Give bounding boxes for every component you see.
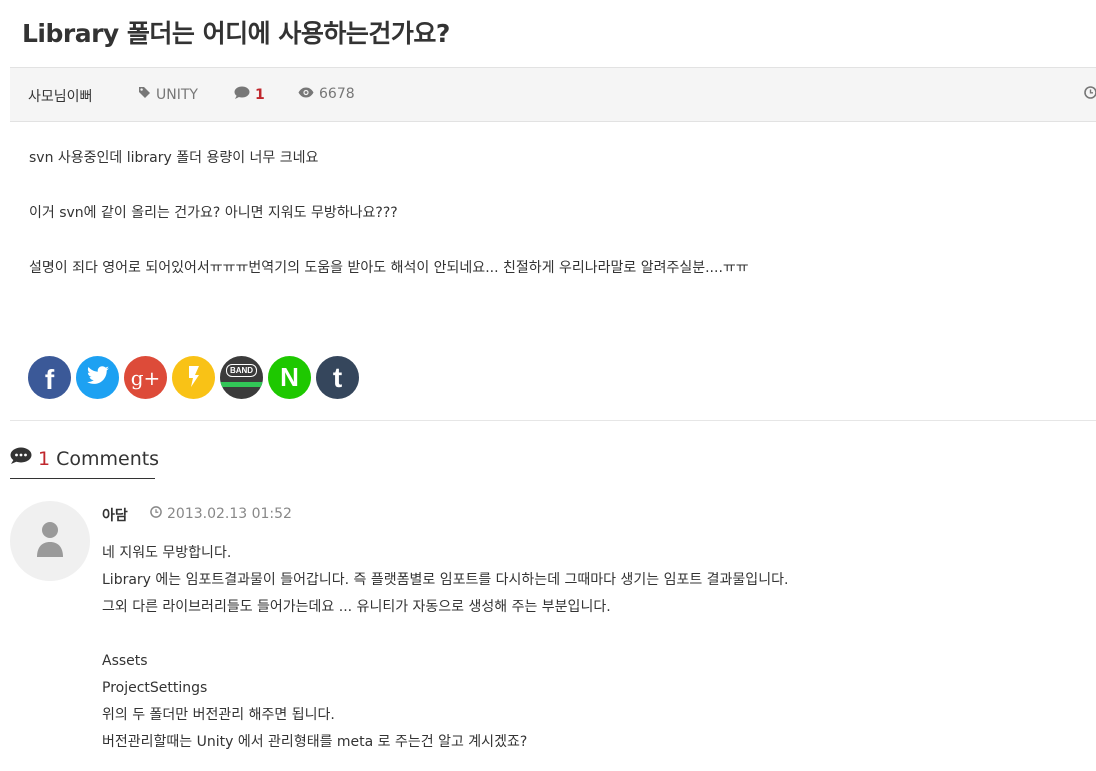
tag-label[interactable]: UNITY <box>156 87 198 103</box>
post-meta-bar: 사모님이뻐 UNITY 1 6678 <box>10 67 1096 122</box>
naver-share-button[interactable]: N <box>268 356 311 399</box>
post-body: svn 사용중인데 library 폴더 용량이 너무 크네요 이거 svn에 … <box>29 148 749 313</box>
naver-icon: N <box>280 362 299 392</box>
avatar <box>10 501 90 581</box>
tumblr-share-button[interactable]: t <box>316 356 359 399</box>
twitter-share-button[interactable] <box>76 356 119 399</box>
post-tag[interactable]: UNITY <box>138 86 198 103</box>
twitter-icon <box>86 365 110 390</box>
comment-date: 2013.02.13 01:52 <box>150 506 292 522</box>
comment-author: 아담 <box>102 508 128 524</box>
band-icon: BAND <box>225 364 258 377</box>
comments-header: 1 Comments <box>10 447 159 479</box>
comment-count-value: 1 <box>255 87 265 103</box>
eye-icon <box>298 86 314 102</box>
tag-icon <box>138 86 151 103</box>
post-paragraph: 이거 svn에 같이 올리는 건가요? 아니면 지워도 무방하나요??? <box>29 205 398 221</box>
comment-date-value: 2013.02.13 01:52 <box>167 506 292 522</box>
comments-count: 1 <box>38 447 51 470</box>
comment-line: Library 에는 임포트결과물이 들어갑니다. 즉 플랫폼별로 임포트를 다… <box>102 572 789 588</box>
comment-icon <box>234 86 250 104</box>
comment-line: 그외 다른 라이브러리들도 들어가는데요 ... 유니티가 자동으로 생성해 주… <box>102 599 611 615</box>
author-name[interactable]: 사모님이뻐 <box>28 86 92 106</box>
comment-line <box>102 621 788 648</box>
post-date <box>1084 86 1096 103</box>
post-view-count: 6678 <box>298 86 355 102</box>
google-plus-share-button[interactable]: g+ <box>124 356 167 399</box>
kakaostory-icon <box>185 364 203 392</box>
clock-icon <box>150 506 162 522</box>
view-count-value: 6678 <box>319 86 355 102</box>
post-title: Library 폴더는 어디에 사용하는건가요? <box>22 19 450 48</box>
comment-line: 네 지워도 무방합니다. <box>102 545 232 561</box>
post-comment-count[interactable]: 1 <box>234 86 265 104</box>
comment-line: 버전관리할때는 Unity 에서 관리형태를 meta 로 주는건 알고 계시겠… <box>102 734 528 750</box>
comments-icon <box>10 447 32 470</box>
post-paragraph: svn 사용중인데 library 폴더 용량이 너무 크네요 <box>29 150 319 166</box>
tumblr-icon: t <box>332 361 343 393</box>
google-plus-icon: g+ <box>130 365 161 390</box>
comment-line: 위의 두 폴더만 버전관리 해주면 됩니다. <box>102 707 335 723</box>
comment-line: ProjectSettings <box>102 680 208 696</box>
comment-line: Assets <box>102 653 148 669</box>
post-author[interactable]: 사모님이뻐 <box>28 86 92 106</box>
band-share-button[interactable]: BAND <box>220 356 263 399</box>
share-buttons: f g+ BAND N t <box>28 356 359 399</box>
clock-icon <box>1084 86 1096 103</box>
comment-body: 네 지워도 무방합니다. Library 에는 임포트결과물이 들어갑니다. 즉… <box>102 540 788 756</box>
kakaostory-share-button[interactable] <box>172 356 215 399</box>
facebook-icon: f <box>44 363 55 395</box>
band-stripe <box>220 382 263 387</box>
facebook-share-button[interactable]: f <box>28 356 71 399</box>
section-divider <box>10 420 1096 421</box>
user-icon <box>35 521 65 561</box>
post-paragraph: 설명이 죄다 영어로 되어있어서ㅠㅠㅠ번역기의 도움을 받아도 해석이 안되네요… <box>29 260 749 276</box>
comments-label: Comments <box>56 447 160 470</box>
